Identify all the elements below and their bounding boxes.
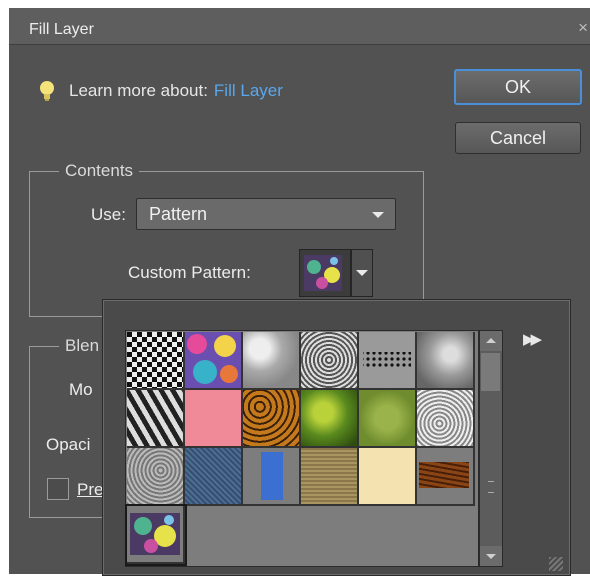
opacity-label: Opaci xyxy=(46,435,91,454)
pattern-swatch-colorful[interactable] xyxy=(185,332,243,390)
custom-pattern-icon xyxy=(130,513,180,555)
scroll-thumb[interactable] xyxy=(481,353,500,391)
cancel-button[interactable]: Cancel xyxy=(455,122,581,154)
checker-pattern-icon xyxy=(127,332,183,388)
pattern-swatch-wood[interactable] xyxy=(417,448,475,506)
dots-pattern-icon xyxy=(363,352,411,368)
pattern-swatch-dots[interactable] xyxy=(359,332,417,390)
pattern-swatch-moss[interactable] xyxy=(359,390,417,448)
pattern-swatch-zebra[interactable] xyxy=(127,390,185,448)
fill-layer-dialog: Fill Layer × Learn more about: Fill Laye… xyxy=(9,8,590,576)
pattern-swatch-checker[interactable] xyxy=(127,332,185,390)
pattern-picker-toggle[interactable] xyxy=(351,249,373,297)
use-dropdown-value: Pattern xyxy=(149,204,208,224)
pattern-swatch-parchment[interactable] xyxy=(359,448,417,506)
preserve-transparency-checkbox[interactable] xyxy=(47,478,69,500)
title-bar[interactable]: Fill Layer × xyxy=(9,8,590,45)
learn-more-label: Learn more about: xyxy=(69,81,208,100)
pattern-swatch-leopard[interactable] xyxy=(243,390,301,448)
pattern-swatch-denim[interactable] xyxy=(185,448,243,506)
resize-grip-icon[interactable] xyxy=(549,557,563,571)
picker-menu-icon[interactable]: ▶▶ xyxy=(523,330,542,348)
pattern-grid xyxy=(125,330,479,567)
blue-pattern-fill xyxy=(261,452,283,500)
chevron-down-icon xyxy=(372,212,384,218)
pattern-swatch-gray-stone[interactable] xyxy=(127,448,185,506)
use-dropdown[interactable]: Pattern xyxy=(136,198,396,230)
learn-more: Learn more about: Fill Layer xyxy=(39,80,283,102)
contents-legend: Contents xyxy=(59,161,140,181)
pattern-swatch-clouds[interactable] xyxy=(243,332,301,390)
wood-pattern-fill xyxy=(419,462,469,488)
custom-pattern-swatch[interactable] xyxy=(299,249,351,297)
scroll-grip-icon xyxy=(488,481,494,493)
pattern-swatch-noise[interactable] xyxy=(301,332,359,390)
fill-layer-help-link[interactable]: Fill Layer xyxy=(214,81,283,101)
pattern-swatch-blue[interactable] xyxy=(243,448,301,506)
custom-pattern-thumbnail xyxy=(304,255,342,291)
preserve-label: Pre xyxy=(77,480,104,499)
close-icon[interactable]: × xyxy=(578,18,588,38)
dialog-title: Fill Layer xyxy=(29,21,94,38)
pattern-swatch-leaves[interactable] xyxy=(301,390,359,448)
blending-legend: Blen xyxy=(59,336,106,356)
use-label: Use: xyxy=(91,205,126,224)
custom-pattern-label: Custom Pattern: xyxy=(128,263,251,282)
ok-button[interactable]: OK xyxy=(454,69,582,105)
lightbulb-icon xyxy=(40,81,54,101)
pattern-swatch-pink[interactable] xyxy=(185,390,243,448)
scroll-up-icon[interactable] xyxy=(480,331,502,351)
pattern-swatch-granite[interactable] xyxy=(417,390,475,448)
pattern-picker-popup: ▶▶ xyxy=(102,299,571,576)
pattern-swatch-burlap[interactable] xyxy=(301,448,359,506)
pattern-scrollbar[interactable] xyxy=(479,330,503,567)
colorful-pattern-icon xyxy=(185,332,241,388)
mode-label: Mo xyxy=(69,380,93,399)
pattern-swatch-gray-clouds[interactable] xyxy=(417,332,475,390)
pattern-swatch-custom[interactable] xyxy=(125,504,187,566)
scroll-down-icon[interactable] xyxy=(480,546,502,566)
